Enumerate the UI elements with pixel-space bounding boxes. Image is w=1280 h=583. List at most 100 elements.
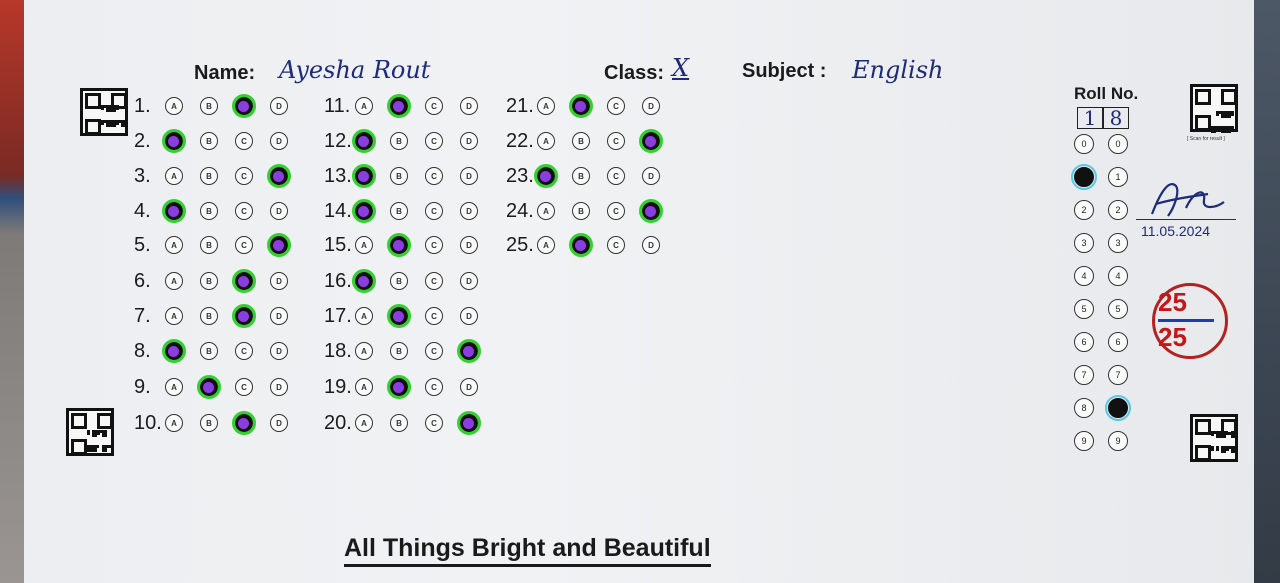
roll-bubble[interactable]: 9 <box>1074 431 1094 451</box>
option-bubble-b[interactable]: B <box>200 272 218 290</box>
option-bubble-b[interactable]: B <box>390 342 408 360</box>
option-bubble-a[interactable]: A <box>165 236 183 254</box>
option-bubble-d[interactable]: D <box>460 97 478 115</box>
option-bubble-b[interactable]: B <box>572 132 590 150</box>
roll-bubble[interactable]: 4 <box>1074 266 1094 286</box>
option-bubble-a[interactable]: A <box>165 272 183 290</box>
option-bubble-d[interactable]: D <box>460 414 478 432</box>
roll-bubble[interactable]: 0 <box>1074 134 1094 154</box>
option-bubble-c[interactable]: C <box>235 378 253 396</box>
option-bubble-c[interactable]: C <box>425 97 443 115</box>
roll-bubble[interactable]: 4 <box>1108 266 1128 286</box>
option-bubble-b[interactable]: B <box>390 132 408 150</box>
roll-bubble[interactable]: 5 <box>1108 299 1128 319</box>
option-bubble-a[interactable]: A <box>355 342 373 360</box>
option-bubble-a[interactable]: A <box>165 167 183 185</box>
option-bubble-b[interactable]: B <box>200 378 218 396</box>
option-bubble-b[interactable]: B <box>200 342 218 360</box>
option-bubble-d[interactable]: D <box>642 132 660 150</box>
option-bubble-d[interactable]: D <box>642 202 660 220</box>
option-bubble-a[interactable]: A <box>537 97 555 115</box>
option-bubble-b[interactable]: B <box>572 167 590 185</box>
option-bubble-a[interactable]: A <box>537 202 555 220</box>
option-bubble-d[interactable]: D <box>270 342 288 360</box>
option-bubble-a[interactable]: A <box>537 132 555 150</box>
roll-bubble[interactable]: 3 <box>1074 233 1094 253</box>
option-bubble-c[interactable]: C <box>425 202 443 220</box>
option-bubble-c[interactable]: C <box>607 236 625 254</box>
option-bubble-c[interactable]: C <box>235 236 253 254</box>
option-bubble-b[interactable]: B <box>390 202 408 220</box>
option-bubble-d[interactable]: D <box>270 132 288 150</box>
option-bubble-b[interactable]: B <box>390 307 408 325</box>
option-bubble-b[interactable]: B <box>200 167 218 185</box>
option-bubble-c[interactable]: C <box>607 132 625 150</box>
option-bubble-a[interactable]: A <box>165 378 183 396</box>
option-bubble-c[interactable]: C <box>235 132 253 150</box>
option-bubble-d[interactable]: D <box>460 378 478 396</box>
option-bubble-b[interactable]: B <box>572 202 590 220</box>
option-bubble-c[interactable]: C <box>607 97 625 115</box>
option-bubble-d[interactable]: D <box>270 307 288 325</box>
option-bubble-d[interactable]: D <box>642 167 660 185</box>
option-bubble-d[interactable]: D <box>270 378 288 396</box>
option-bubble-a[interactable]: A <box>165 202 183 220</box>
option-bubble-a[interactable]: A <box>355 132 373 150</box>
option-bubble-b[interactable]: B <box>200 97 218 115</box>
option-bubble-d[interactable]: D <box>642 97 660 115</box>
option-bubble-a[interactable]: A <box>537 236 555 254</box>
option-bubble-d[interactable]: D <box>642 236 660 254</box>
option-bubble-c[interactable]: C <box>425 307 443 325</box>
roll-bubble[interactable]: 0 <box>1108 134 1128 154</box>
option-bubble-c[interactable]: C <box>607 202 625 220</box>
option-bubble-a[interactable]: A <box>355 307 373 325</box>
roll-bubble[interactable]: 5 <box>1074 299 1094 319</box>
option-bubble-d[interactable]: D <box>460 342 478 360</box>
option-bubble-b[interactable]: B <box>200 236 218 254</box>
option-bubble-d[interactable]: D <box>460 202 478 220</box>
option-bubble-c[interactable]: C <box>235 414 253 432</box>
option-bubble-d[interactable]: D <box>270 272 288 290</box>
option-bubble-b[interactable]: B <box>390 97 408 115</box>
option-bubble-d[interactable]: D <box>270 97 288 115</box>
option-bubble-d[interactable]: D <box>270 414 288 432</box>
option-bubble-b[interactable]: B <box>200 132 218 150</box>
option-bubble-c[interactable]: C <box>425 342 443 360</box>
option-bubble-c[interactable]: C <box>235 342 253 360</box>
option-bubble-d[interactable]: D <box>460 167 478 185</box>
option-bubble-b[interactable]: B <box>390 378 408 396</box>
option-bubble-b[interactable]: B <box>390 272 408 290</box>
option-bubble-a[interactable]: A <box>355 167 373 185</box>
option-bubble-b[interactable]: B <box>390 414 408 432</box>
option-bubble-a[interactable]: A <box>355 97 373 115</box>
option-bubble-b[interactable]: B <box>390 167 408 185</box>
option-bubble-d[interactable]: D <box>460 307 478 325</box>
option-bubble-c[interactable]: C <box>425 236 443 254</box>
option-bubble-a[interactable]: A <box>355 378 373 396</box>
option-bubble-c[interactable]: C <box>425 167 443 185</box>
roll-bubble[interactable]: 6 <box>1074 332 1094 352</box>
option-bubble-b[interactable]: B <box>572 236 590 254</box>
option-bubble-c[interactable]: C <box>235 97 253 115</box>
option-bubble-c[interactable]: C <box>425 272 443 290</box>
option-bubble-b[interactable]: B <box>200 414 218 432</box>
option-bubble-a[interactable]: A <box>355 272 373 290</box>
option-bubble-d[interactable]: D <box>460 272 478 290</box>
roll-bubble[interactable]: 7 <box>1074 365 1094 385</box>
roll-bubble[interactable]: 2 <box>1074 200 1094 220</box>
roll-bubble[interactable]: 1 <box>1108 167 1128 187</box>
option-bubble-b[interactable]: B <box>200 202 218 220</box>
option-bubble-d[interactable]: D <box>270 167 288 185</box>
option-bubble-d[interactable]: D <box>460 132 478 150</box>
option-bubble-b[interactable]: B <box>390 236 408 254</box>
option-bubble-c[interactable]: C <box>425 132 443 150</box>
option-bubble-c[interactable]: C <box>235 167 253 185</box>
roll-bubble[interactable]: 6 <box>1108 332 1128 352</box>
option-bubble-b[interactable]: B <box>572 97 590 115</box>
option-bubble-a[interactable]: A <box>165 97 183 115</box>
option-bubble-c[interactable]: C <box>607 167 625 185</box>
option-bubble-d[interactable]: D <box>460 236 478 254</box>
option-bubble-a[interactable]: A <box>355 202 373 220</box>
roll-bubble[interactable]: 9 <box>1108 431 1128 451</box>
option-bubble-a[interactable]: A <box>165 414 183 432</box>
